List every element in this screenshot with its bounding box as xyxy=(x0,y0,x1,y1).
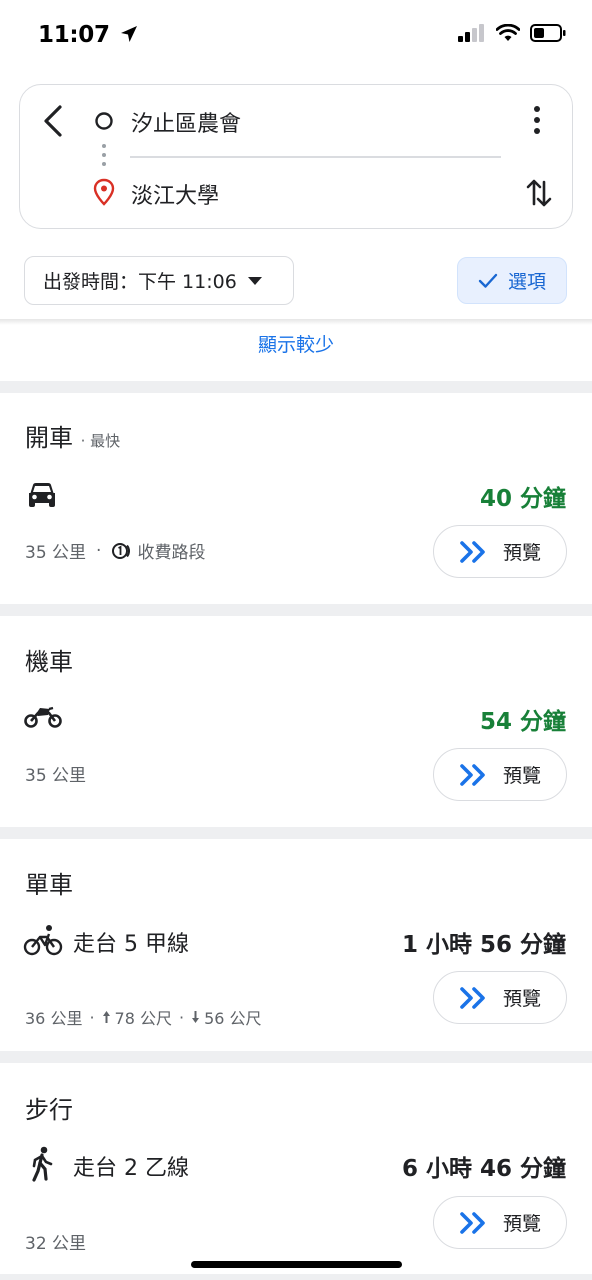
swap-icon[interactable] xyxy=(526,176,552,210)
double-chevron-icon xyxy=(460,986,485,1009)
bicycle-route-via: 走台 5 甲線 xyxy=(73,932,189,957)
checkmark-icon xyxy=(478,273,498,288)
drive-fastest-label: · 最快 xyxy=(80,432,121,450)
options-button[interactable]: 選項 xyxy=(457,257,567,304)
home-indicator[interactable] xyxy=(191,1261,402,1268)
double-chevron-icon xyxy=(460,763,485,786)
car-icon xyxy=(29,483,55,507)
walk-route-via: 走台 2 乙線 xyxy=(73,1156,189,1181)
cellular-signal-icon xyxy=(458,24,484,42)
bicycle-separator: · xyxy=(179,1007,185,1027)
route-divider xyxy=(130,156,501,158)
bicycle-ascent: 78 公尺 xyxy=(114,1009,172,1028)
walk-distance: 32 公里 xyxy=(25,1234,87,1254)
destination-pin-icon xyxy=(93,178,115,206)
drive-toll-label: 收費路段 xyxy=(137,543,206,563)
drive-separator: · xyxy=(96,540,102,561)
bicycle-icon xyxy=(23,925,63,956)
walk-duration: 6 小時 46 分鐘 xyxy=(401,1156,566,1182)
walking-person-icon xyxy=(32,1146,53,1182)
motorcycle-details: 35 公里 xyxy=(25,761,86,786)
departure-time-dropdown[interactable]: 出發時間：下午 11:06 xyxy=(24,256,294,305)
walk-details: 32 公里 xyxy=(25,1229,86,1254)
double-chevron-icon xyxy=(460,1211,485,1234)
back-icon[interactable] xyxy=(40,104,66,138)
bicycle-preview-button[interactable]: 預覽 xyxy=(433,971,567,1024)
drive-distance: 35 公里 xyxy=(25,543,87,563)
drive-preview-button[interactable]: 預覽 xyxy=(433,525,567,578)
ascent-arrow-icon xyxy=(102,1011,110,1023)
wifi-icon xyxy=(496,24,520,41)
origin-circle-icon xyxy=(95,112,113,130)
motorcycle-preview-button[interactable]: 預覽 xyxy=(433,748,567,801)
motorcycle-mode-title: 機車 xyxy=(25,648,73,676)
location-arrow-icon xyxy=(121,26,138,42)
preview-label: 預覽 xyxy=(502,542,541,564)
drive-mode-title: 開車 xyxy=(25,424,73,452)
bicycle-details: 36 公里 · 78 公尺 · 56 公尺 xyxy=(25,1005,262,1029)
preview-label: 預覽 xyxy=(502,1213,541,1235)
route-dots-icon xyxy=(102,144,106,166)
section-divider xyxy=(0,381,592,393)
status-icons xyxy=(458,24,566,42)
bicycle-mode-title: 單車 xyxy=(25,871,73,899)
section-divider xyxy=(0,604,592,616)
preview-label: 預覽 xyxy=(502,988,541,1010)
motorcycle-duration: 54 分鐘 xyxy=(479,709,566,735)
status-time-text: 11:07 xyxy=(38,22,110,48)
section-divider xyxy=(0,827,592,839)
drive-duration: 40 分鐘 xyxy=(479,486,566,512)
bicycle-duration: 1 小時 56 分鐘 xyxy=(401,932,566,958)
departure-time-label: 出發時間：下午 11:06 xyxy=(43,271,237,293)
status-time: 11:07 xyxy=(38,22,139,48)
motorcycle-distance: 35 公里 xyxy=(25,766,87,786)
show-less-link[interactable]: 顯示較少 xyxy=(0,330,592,357)
walk-preview-button[interactable]: 預覽 xyxy=(433,1196,567,1249)
bicycle-descent: 56 公尺 xyxy=(204,1009,262,1028)
descent-arrow-icon xyxy=(192,1011,200,1023)
section-divider xyxy=(0,1274,592,1280)
more-options-icon[interactable] xyxy=(527,104,547,136)
header-shadow xyxy=(0,319,592,325)
destination-input[interactable]: 淡江大學 xyxy=(131,178,219,210)
bicycle-distance: 36 公里 xyxy=(25,1009,83,1028)
toll-icon xyxy=(112,542,131,559)
section-divider xyxy=(0,1051,592,1063)
dropdown-arrow-icon xyxy=(247,276,262,285)
motorcycle-icon xyxy=(24,706,62,728)
preview-label: 預覽 xyxy=(502,765,541,787)
walk-mode-title: 步行 xyxy=(25,1096,73,1124)
drive-mode-header: 開車 · 最快 xyxy=(25,418,120,453)
double-chevron-icon xyxy=(460,540,485,563)
origin-input[interactable]: 汐止區農會 xyxy=(131,106,241,138)
bicycle-separator: · xyxy=(89,1007,95,1027)
options-label: 選項 xyxy=(507,271,546,293)
drive-details: 35 公里 · 收費路段 xyxy=(25,538,206,564)
battery-icon xyxy=(530,24,566,42)
